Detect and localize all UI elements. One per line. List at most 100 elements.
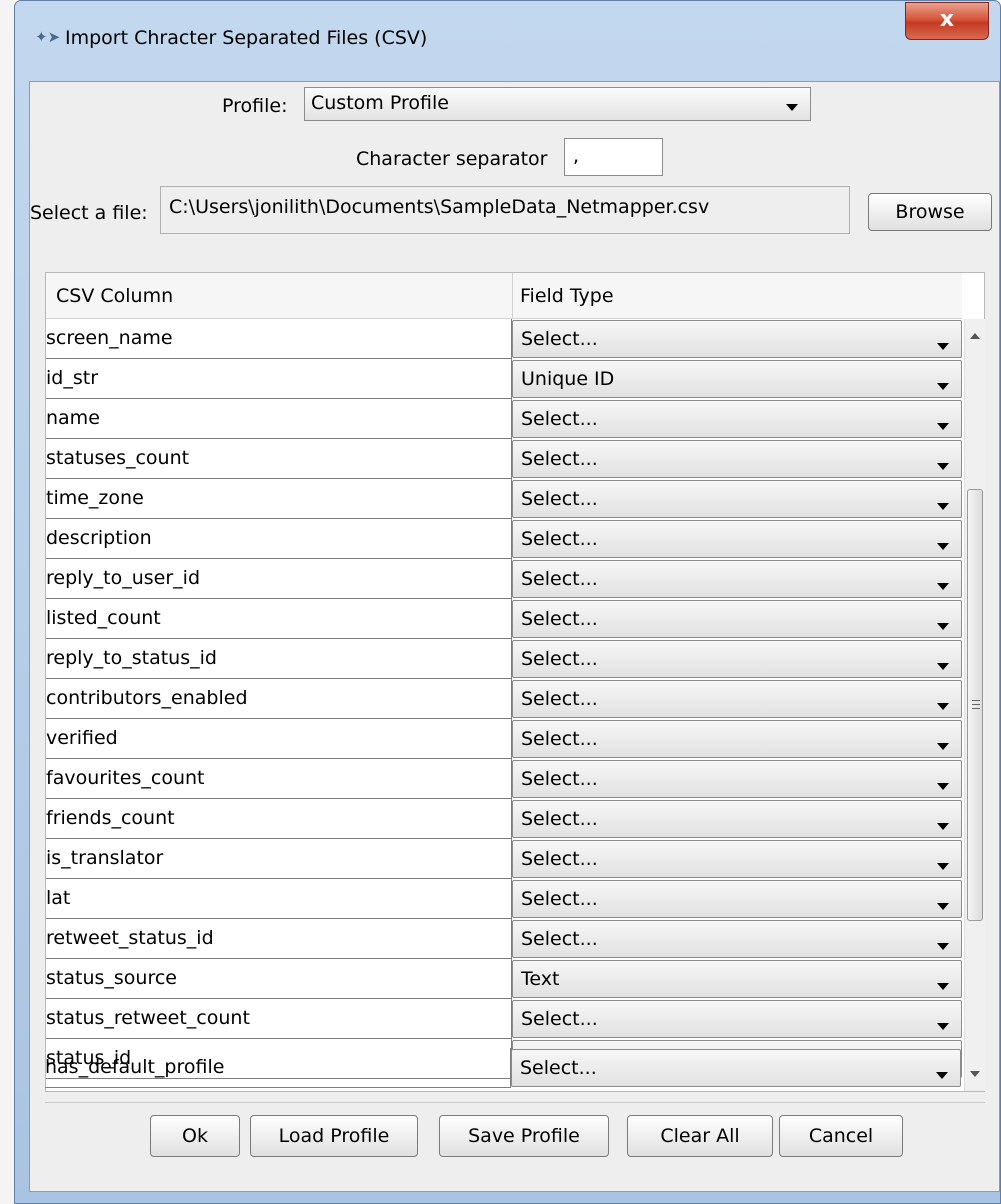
cancel-button[interactable]: Cancel bbox=[779, 1115, 903, 1157]
chevron-down-icon bbox=[937, 1023, 949, 1030]
field-type-value: Select... bbox=[521, 408, 598, 430]
import-csv-dialog: ✦➤ Import Chracter Separated Files (CSV)… bbox=[14, 0, 1001, 1204]
button-bar-divider bbox=[45, 1102, 985, 1103]
table-row: description Select... bbox=[46, 519, 962, 559]
field-type-dropdown[interactable]: Select... bbox=[512, 920, 962, 958]
field-type-value: Select... bbox=[521, 568, 598, 590]
scrollbar-thumb[interactable] bbox=[967, 489, 983, 921]
save-profile-button[interactable]: Save Profile bbox=[439, 1115, 609, 1157]
field-type-dropdown[interactable]: Select... bbox=[511, 1049, 961, 1087]
chevron-down-icon bbox=[937, 623, 949, 630]
file-path-field[interactable]: C:\Users\jonilith\Documents\SampleData_N… bbox=[160, 186, 850, 234]
field-type-dropdown[interactable]: Select... bbox=[512, 480, 962, 518]
profile-label: Profile: bbox=[222, 95, 288, 117]
ok-button[interactable]: Ok bbox=[150, 1115, 240, 1157]
csv-column-name: reply_to_status_id bbox=[46, 639, 512, 679]
chevron-down-icon bbox=[937, 903, 949, 910]
table-scrollbar[interactable] bbox=[964, 319, 985, 1091]
csv-column-name: status_retweet_count bbox=[46, 999, 512, 1039]
field-type-dropdown[interactable]: Select... bbox=[512, 520, 962, 558]
field-type-value: Text bbox=[521, 968, 560, 990]
csv-column-name: favourites_count bbox=[46, 759, 512, 799]
csv-column-name: is_translator bbox=[46, 839, 512, 879]
table-row: retweet_status_id Select... bbox=[46, 919, 962, 959]
separator-value: , bbox=[573, 145, 580, 167]
file-label: Select a file: bbox=[30, 202, 148, 224]
field-type-dropdown[interactable]: Select... bbox=[512, 800, 962, 838]
table-row: has_default_profile Select... bbox=[45, 1048, 961, 1088]
table-row: status_source Text bbox=[46, 959, 962, 999]
field-type-value: Select... bbox=[521, 1008, 598, 1030]
scroll-up-arrow-icon[interactable] bbox=[970, 333, 980, 339]
chevron-down-icon bbox=[937, 823, 949, 830]
csv-column-name: description bbox=[46, 519, 512, 559]
csv-column-name: lat bbox=[46, 879, 512, 919]
field-type-value: Select... bbox=[520, 1057, 597, 1079]
table-row: favourites_count Select... bbox=[46, 759, 962, 799]
field-type-dropdown[interactable]: Select... bbox=[512, 760, 962, 798]
csv-column-name: has_default_profile bbox=[45, 1048, 511, 1088]
grip-line bbox=[972, 704, 980, 705]
field-type-value: Select... bbox=[521, 728, 598, 750]
clear-all-button[interactable]: Clear All bbox=[627, 1115, 773, 1157]
table-row: is_translator Select... bbox=[46, 839, 962, 879]
chevron-down-icon bbox=[937, 583, 949, 590]
field-type-dropdown[interactable]: Select... bbox=[512, 600, 962, 638]
field-type-dropdown[interactable]: Select... bbox=[512, 640, 962, 678]
column-header-csv-column[interactable]: CSV Column bbox=[56, 273, 173, 319]
browse-button[interactable]: Browse bbox=[868, 193, 992, 231]
table-row: verified Select... bbox=[46, 719, 962, 759]
field-type-dropdown[interactable]: Unique ID bbox=[512, 360, 962, 398]
field-type-dropdown[interactable]: Select... bbox=[512, 560, 962, 598]
csv-column-name: name bbox=[46, 399, 512, 439]
table-row: contributors_enabled Select... bbox=[46, 679, 962, 719]
chevron-down-icon bbox=[937, 743, 949, 750]
field-type-dropdown[interactable]: Select... bbox=[512, 320, 962, 358]
field-type-value: Unique ID bbox=[521, 368, 615, 390]
table-row: screen_name Select... bbox=[46, 319, 962, 359]
chevron-down-icon bbox=[937, 543, 949, 550]
close-button[interactable]: x bbox=[905, 2, 989, 40]
field-type-value: Select... bbox=[521, 528, 598, 550]
field-type-dropdown[interactable]: Text bbox=[512, 960, 962, 998]
csv-column-name: time_zone bbox=[46, 479, 512, 519]
close-icon: x bbox=[939, 7, 955, 32]
dialog-content: Profile: Custom Profile Character separa… bbox=[29, 81, 1000, 1192]
csv-mapping-table: CSV Column Field Type screen_name Select… bbox=[45, 272, 985, 1092]
csv-column-name: status_source bbox=[46, 959, 512, 999]
load-profile-button[interactable]: Load Profile bbox=[250, 1115, 418, 1157]
field-type-dropdown[interactable]: Select... bbox=[512, 880, 962, 918]
separator-label: Character separator bbox=[356, 148, 548, 170]
field-type-dropdown[interactable]: Select... bbox=[512, 1000, 962, 1038]
field-type-dropdown[interactable]: Select... bbox=[512, 400, 962, 438]
field-type-value: Select... bbox=[521, 608, 598, 630]
field-type-dropdown[interactable]: Select... bbox=[512, 840, 962, 878]
csv-column-name: contributors_enabled bbox=[46, 679, 512, 719]
column-header-field-type[interactable]: Field Type bbox=[520, 273, 614, 319]
csv-column-name: verified bbox=[46, 719, 512, 759]
scroll-down-arrow-icon[interactable] bbox=[970, 1071, 980, 1077]
profile-value: Custom Profile bbox=[311, 92, 449, 114]
field-type-value: Select... bbox=[521, 768, 598, 790]
table-row: friends_count Select... bbox=[46, 799, 962, 839]
chevron-down-icon bbox=[937, 423, 949, 430]
chevron-down-icon bbox=[937, 983, 949, 990]
field-type-dropdown[interactable]: Select... bbox=[512, 680, 962, 718]
chevron-down-icon bbox=[937, 703, 949, 710]
profile-dropdown[interactable]: Custom Profile bbox=[304, 87, 811, 121]
field-type-dropdown[interactable]: Select... bbox=[512, 720, 962, 758]
field-type-dropdown[interactable]: Select... bbox=[512, 440, 962, 478]
chevron-down-icon bbox=[937, 943, 949, 950]
field-type-value: Select... bbox=[521, 888, 598, 910]
field-type-value: Select... bbox=[521, 688, 598, 710]
field-type-value: Select... bbox=[521, 448, 598, 470]
header-divider bbox=[512, 273, 513, 319]
field-type-value: Select... bbox=[521, 488, 598, 510]
table-header: CSV Column Field Type bbox=[46, 273, 962, 319]
chevron-down-icon bbox=[937, 503, 949, 510]
title-bar[interactable]: ✦➤ Import Chracter Separated Files (CSV)… bbox=[15, 1, 1000, 81]
csv-column-name: reply_to_user_id bbox=[46, 559, 512, 599]
separator-input[interactable]: , bbox=[564, 138, 663, 176]
table-row: id_str Unique ID bbox=[46, 359, 962, 399]
chevron-down-icon bbox=[937, 863, 949, 870]
